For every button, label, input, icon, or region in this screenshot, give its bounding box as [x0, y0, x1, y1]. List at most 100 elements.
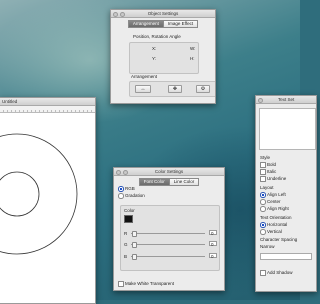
shadow-option[interactable]: Add Shadow	[260, 270, 293, 276]
align-left-label: Align Left	[267, 192, 286, 197]
vertical-option[interactable]: Vertical	[260, 229, 282, 235]
window-controls	[113, 12, 125, 17]
minimize-icon[interactable]	[122, 170, 128, 175]
w-label: W:	[190, 46, 196, 51]
move-icon: ✥	[172, 86, 178, 92]
close-icon[interactable]	[116, 170, 121, 175]
arrange-center-button[interactable]: ✥	[168, 85, 182, 93]
untitled-window: Untitled	[0, 97, 96, 304]
tab-line-color[interactable]: Line Color	[169, 178, 200, 186]
tab-arrangement[interactable]: Arrangement	[127, 20, 164, 28]
tab-image-effect[interactable]: Image Effect	[163, 20, 199, 28]
gradation-label: Gradation	[125, 193, 145, 198]
window-controls	[116, 170, 128, 175]
color-label: Color	[124, 208, 135, 213]
rgb-option[interactable]: RGB	[118, 186, 135, 192]
italic-option[interactable]: Italic	[260, 169, 276, 175]
rgb-radio[interactable]	[118, 186, 124, 192]
gear-icon: ⚙	[200, 86, 206, 92]
spacing-label: Character Spacing	[260, 237, 298, 242]
minimize-icon[interactable]	[119, 12, 125, 17]
position-group: X: W: Y: H:	[129, 42, 199, 74]
position-label: Position, Rotation Angle	[133, 34, 181, 39]
underline-label: Underline	[267, 176, 287, 181]
canvas[interactable]	[0, 112, 95, 302]
gradation-radio[interactable]	[118, 193, 124, 199]
close-icon[interactable]	[258, 98, 263, 103]
arrange-horizontal-button[interactable]: ↔	[135, 85, 151, 93]
window-title: Untitled	[2, 99, 18, 104]
spacing-value: Narrow	[260, 244, 275, 249]
center-radio[interactable]	[260, 199, 266, 205]
layout-label: Layout	[260, 185, 274, 190]
shadow-checkbox[interactable]	[260, 270, 266, 276]
arrange-reset-button[interactable]: ⚙	[196, 85, 210, 93]
channel-g-slider[interactable]	[131, 244, 205, 245]
channel-b-knob[interactable]	[132, 254, 137, 260]
y-label: Y:	[152, 56, 157, 61]
gradation-option[interactable]: Gradation	[118, 193, 145, 199]
h-label: H:	[190, 56, 195, 61]
object-settings-window: Object Settings Arrangement Image Effect…	[110, 9, 216, 104]
bold-option[interactable]: Bold	[260, 162, 276, 168]
bold-label: Bold	[267, 162, 277, 167]
close-icon[interactable]	[113, 12, 118, 17]
vertical-label: Vertical	[267, 229, 282, 234]
center-label: Center	[267, 199, 281, 204]
channel-b-label: B	[124, 254, 128, 259]
channel-b-slider[interactable]	[131, 256, 205, 257]
channel-r-slider[interactable]	[131, 233, 205, 234]
horizontal-option[interactable]: Horizontal	[260, 222, 287, 228]
channel-g-knob[interactable]	[132, 242, 137, 248]
color-settings-window: Color Settings Font Color Line Color RGB…	[113, 167, 225, 291]
channel-r-label: R	[124, 231, 128, 236]
object-settings-tabs: Arrangement Image Effect	[111, 20, 215, 28]
channel-b-value[interactable]: 0	[209, 253, 217, 259]
horizontal-label: Horizontal	[267, 222, 288, 227]
tab-font-color[interactable]: Font Color	[138, 178, 170, 186]
channel-r-value[interactable]: 0	[209, 230, 217, 236]
align-left-radio[interactable]	[260, 192, 266, 198]
window-title: Text Set	[278, 97, 295, 102]
color-settings-tabs: Font Color Line Color	[114, 178, 224, 186]
horizontal-radio[interactable]	[260, 222, 266, 228]
horizontal-arrows-icon: ↔	[140, 86, 146, 92]
shadow-label: Add Shadow	[267, 270, 293, 275]
align-right-radio[interactable]	[260, 206, 266, 212]
transparent-label: Make White Transparent	[125, 281, 175, 286]
underline-checkbox[interactable]	[260, 176, 266, 182]
channel-g-label: G	[124, 242, 128, 247]
orientation-label: Text Orientation	[260, 215, 292, 220]
text-preview[interactable]	[259, 108, 316, 150]
color-settings-titlebar[interactable]: Color Settings	[114, 168, 224, 176]
transparent-checkbox[interactable]	[118, 281, 124, 287]
transparent-option[interactable]: Make White Transparent	[118, 281, 174, 287]
window-title: Object Settings	[147, 11, 179, 16]
center-option[interactable]: Center	[260, 199, 281, 205]
style-label: Style	[260, 155, 271, 160]
object-settings-titlebar[interactable]: Object Settings	[111, 10, 215, 18]
bold-checkbox[interactable]	[260, 162, 266, 168]
window-title: Color Settings	[154, 169, 184, 174]
italic-checkbox[interactable]	[260, 169, 266, 175]
color-group: Color R 0 G 0 B 0	[120, 205, 220, 271]
align-right-label: Align Right	[267, 206, 289, 211]
color-swatch[interactable]	[124, 215, 133, 223]
rgb-label: RGB	[125, 186, 135, 191]
spacing-slider[interactable]	[260, 253, 312, 260]
window-controls	[258, 98, 263, 103]
arrangement-label: Arrangement	[131, 74, 158, 79]
align-left-option[interactable]: Align Left	[260, 192, 286, 198]
align-right-option[interactable]: Align Right	[260, 206, 289, 212]
vertical-radio[interactable]	[260, 229, 266, 235]
arrangement-group: ↔ ✥ ⚙	[129, 81, 215, 97]
outer-circle[interactable]	[0, 133, 78, 255]
inner-circle[interactable]	[0, 171, 40, 217]
text-settings-titlebar[interactable]: Text Set	[256, 96, 316, 104]
untitled-titlebar[interactable]: Untitled	[0, 98, 95, 106]
italic-label: Italic	[267, 169, 277, 174]
channel-g-value[interactable]: 0	[209, 241, 217, 247]
underline-option[interactable]: Underline	[260, 176, 286, 182]
channel-r-knob[interactable]	[132, 231, 137, 237]
x-label: X:	[152, 46, 157, 51]
